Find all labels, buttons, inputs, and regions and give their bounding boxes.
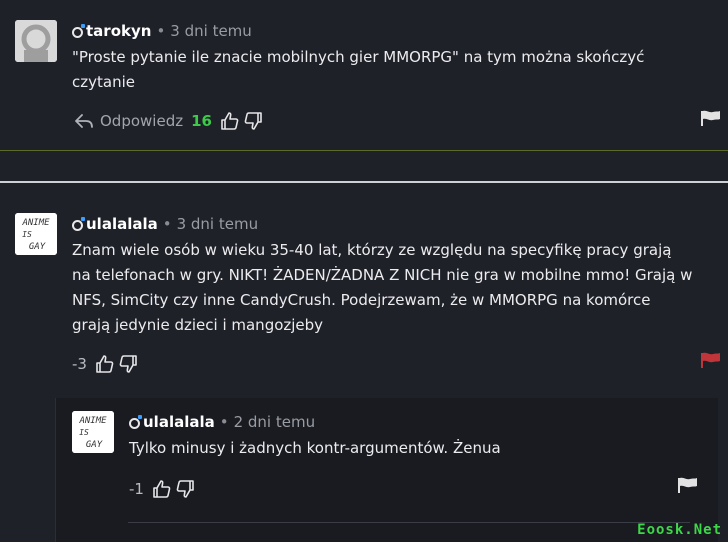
watermark: Eoosk.Net <box>637 522 722 538</box>
reply-label: Odpowiedz <box>100 112 184 130</box>
score-count: -1 <box>129 480 144 498</box>
comment-actions: -1 <box>129 479 198 499</box>
comment-text-line: "Proste pytanie ile znacie mobilnych gie… <box>72 48 645 66</box>
score-count: -3 <box>72 355 87 373</box>
comment-text-line: Tylko minusy i żadnych kontr-argumentów.… <box>129 439 501 457</box>
timestamp: 3 dni temu <box>170 22 252 40</box>
svg-text:GAY: GAY <box>29 242 46 252</box>
svg-text:ANIME: ANIME <box>21 218 50 228</box>
comment-text-line: na telefonach w gry. NIKT! ŻADEN/ŻADNA Z… <box>72 266 693 284</box>
username[interactable]: tarokyn <box>86 22 151 40</box>
thumbs-down-icon[interactable] <box>118 354 138 374</box>
separator-dot: • <box>219 413 229 431</box>
section-divider <box>0 181 728 183</box>
svg-text:GAY: GAY <box>86 440 103 450</box>
avatar[interactable] <box>15 20 57 62</box>
thumbs-up-icon[interactable] <box>152 479 172 499</box>
comment-text-line: Znam wiele osób w wieku 35-40 lat, którz… <box>72 241 672 259</box>
username[interactable]: ulalalala <box>143 413 215 431</box>
separator-dot: • <box>162 215 172 233</box>
comment-actions: -3 <box>72 354 141 374</box>
comment-text-line: grają jedynie dzieci i mangozjeby <box>72 316 324 334</box>
timestamp: 2 dni temu <box>233 413 316 431</box>
avatar-drawing: ANIME IS GAY <box>15 213 57 255</box>
report-flag-icon[interactable] <box>678 477 698 497</box>
comment-text-line: czytanie <box>72 73 135 91</box>
reply-icon <box>75 114 93 128</box>
avatar[interactable]: ANIME IS GAY <box>72 411 114 453</box>
avatar[interactable]: ANIME IS GAY <box>15 213 57 255</box>
thread-divider <box>128 522 690 523</box>
comment-actions: Odpowiedz 16 <box>74 111 266 131</box>
comment-text: Tylko minusy i żadnych kontr-argumentów.… <box>129 436 699 461</box>
default-avatar-icon <box>15 20 57 62</box>
svg-text:IS: IS <box>79 428 89 437</box>
separator-dot: • <box>156 22 166 40</box>
comment-meta: tarokyn • 3 dni temu <box>72 22 252 40</box>
male-gender-icon <box>72 23 85 38</box>
comment-meta: ulalalala • 3 dni temu <box>72 215 258 233</box>
comment-meta: ulalalala • 2 dni temu <box>129 413 315 431</box>
score-count: 16 <box>191 112 212 130</box>
timestamp: 3 dni temu <box>176 215 259 233</box>
comment-text: Znam wiele osób w wieku 35-40 lat, którz… <box>72 238 717 338</box>
avatar-drawing: ANIME IS GAY <box>72 411 114 453</box>
comment-text: "Proste pytanie ile znacie mobilnych gie… <box>72 45 702 95</box>
male-gender-icon <box>72 216 85 231</box>
comment-text-line: NFS, SimCity czy inne CandyCrush. Podejr… <box>72 291 651 309</box>
username[interactable]: ulalalala <box>86 215 158 233</box>
thumbs-up-icon[interactable] <box>220 111 240 131</box>
reply-button[interactable]: Odpowiedz <box>74 112 183 130</box>
report-flag-icon[interactable] <box>701 110 721 130</box>
section-divider <box>0 150 728 151</box>
thumbs-up-icon[interactable] <box>95 354 115 374</box>
svg-text:IS: IS <box>22 230 32 239</box>
report-flag-icon[interactable] <box>701 352 721 372</box>
male-gender-icon <box>129 414 142 429</box>
svg-text:ANIME: ANIME <box>78 416 107 426</box>
thumbs-down-icon[interactable] <box>243 111 263 131</box>
thumbs-down-icon[interactable] <box>175 479 195 499</box>
